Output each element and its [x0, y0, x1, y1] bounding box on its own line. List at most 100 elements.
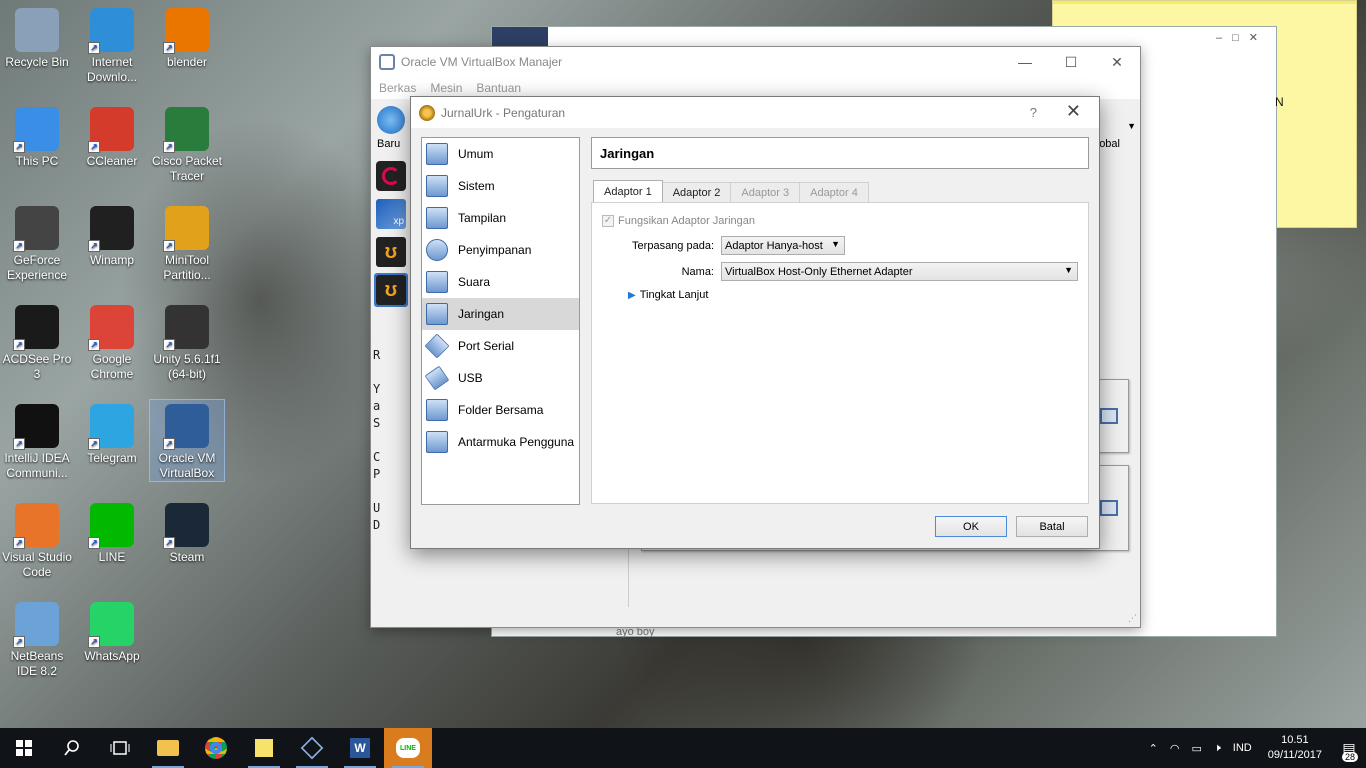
- taskbar-word[interactable]: W: [336, 728, 384, 768]
- adapter-name-select[interactable]: VirtualBox Host-Only Ethernet Adapter ▼: [721, 262, 1078, 281]
- taskbar-line[interactable]: LINE: [384, 728, 432, 768]
- chevron-up-icon[interactable]: ⌃: [1149, 742, 1158, 755]
- language-indicator[interactable]: IND: [1233, 742, 1252, 754]
- app-icon: ↗: [88, 8, 134, 54]
- tab-adaptor-4[interactable]: Adaptor 4: [799, 182, 869, 202]
- dialog-titlebar[interactable]: JurnalUrk - Pengaturan: [411, 97, 1099, 128]
- general-icon: [426, 143, 448, 165]
- category-label: Suara: [458, 275, 491, 289]
- tab-adaptor-2[interactable]: Adaptor 2: [661, 182, 732, 202]
- taskbar-file-explorer[interactable]: [144, 728, 192, 768]
- enable-adapter-checkbox[interactable]: ✓ Fungsikan Adaptor Jaringan: [602, 215, 755, 227]
- vm-item-jurnalurk[interactable]: ʊ: [374, 273, 408, 307]
- volume-muted-icon[interactable]: 🕨: [1214, 742, 1221, 755]
- desktop-icon[interactable]: ↗ WhatsApp: [75, 598, 149, 664]
- background-window-controls[interactable]: –□✕: [1216, 31, 1268, 44]
- desktop-icon[interactable]: ↗ Unity 5.6.1f1 (64-bit): [150, 301, 224, 382]
- desktop-icon[interactable]: ↗ Cisco Packet Tracer: [150, 103, 224, 184]
- system-tray: ⌃ ◠ ▭ 🕨 IND 10.51 09/11/2017 ▤ 28: [1143, 728, 1366, 768]
- task-view-button[interactable]: [96, 728, 144, 768]
- menu-berkas[interactable]: Berkas: [379, 81, 416, 95]
- desktop-icon[interactable]: ↗ Telegram: [75, 400, 149, 466]
- line-icon: LINE: [396, 738, 420, 758]
- help-button[interactable]: ?: [1030, 105, 1037, 120]
- vm-os-icon: ʊ: [376, 237, 406, 267]
- desktop-icon[interactable]: ↗ LINE: [75, 499, 149, 565]
- maximize-button[interactable]: ☐: [1048, 47, 1094, 77]
- desktop-icon[interactable]: ↗ NetBeans IDE 8.2: [0, 598, 74, 679]
- desktop-icon[interactable]: ↗ Steam: [150, 499, 224, 565]
- desktop-icon[interactable]: ↗ Winamp: [75, 202, 149, 268]
- close-button[interactable]: ✕: [1094, 47, 1140, 77]
- battery-icon[interactable]: ▭: [1191, 742, 1201, 755]
- tab-adaptor-1[interactable]: Adaptor 1: [593, 180, 663, 202]
- app-icon: ↗: [13, 107, 59, 153]
- desktop-icon[interactable]: ↗ CCleaner: [75, 103, 149, 169]
- shortcut-arrow-icon: ↗: [88, 537, 100, 549]
- vm-item-ubuntu[interactable]: ʊ: [374, 235, 408, 269]
- debian-icon: [376, 161, 406, 191]
- vm-item-debian[interactable]: [374, 159, 408, 193]
- category-jaringan[interactable]: Jaringan: [422, 298, 579, 330]
- strip-text: [373, 483, 393, 500]
- sticky-note-bar[interactable]: [1053, 1, 1356, 4]
- attached-to-select[interactable]: Adaptor Hanya-host ▼: [721, 236, 845, 255]
- category-umum[interactable]: Umum: [422, 138, 579, 170]
- new-vm-button[interactable]: [374, 103, 408, 137]
- settings-dialog[interactable]: JurnalUrk - Pengaturan ? ✕ Umum Sistem T…: [410, 96, 1100, 549]
- desktop-icon[interactable]: ↗ Oracle VM VirtualBox: [149, 399, 225, 482]
- shortcut-arrow-icon: ↗: [88, 636, 100, 648]
- network-icon: [426, 303, 448, 325]
- menu-mesin[interactable]: Mesin: [430, 81, 462, 95]
- desktop-icon[interactable]: ↗ Google Chrome: [75, 301, 149, 382]
- category-label: USB: [458, 371, 483, 385]
- tab-adaptor-3[interactable]: Adaptor 3: [730, 182, 801, 202]
- desktop-icon[interactable]: ↗ GeForce Experience: [0, 202, 74, 283]
- app-icon: ↗: [13, 206, 59, 252]
- search-button[interactable]: [48, 728, 96, 768]
- desktop-icon[interactable]: ↗ ACDSee Pro 3: [0, 301, 74, 382]
- app-icon: ↗: [163, 107, 209, 153]
- desktop-icon[interactable]: ↗ Internet Downlo...: [75, 4, 149, 85]
- desktop-icon-label: Steam: [169, 550, 205, 564]
- expand-triangle-icon: ▶: [628, 289, 636, 301]
- category-tampilan[interactable]: Tampilan: [422, 202, 579, 234]
- adapter-panel: ✓ Fungsikan Adaptor Jaringan Terpasang p…: [591, 202, 1089, 504]
- desktop-icon[interactable]: ↗ This PC: [0, 103, 74, 169]
- clock[interactable]: 10.51 09/11/2017: [1268, 733, 1322, 763]
- category-sistem[interactable]: Sistem: [422, 170, 579, 202]
- category-antarmuka-pengguna[interactable]: Antarmuka Pengguna: [422, 426, 579, 458]
- category-port-serial[interactable]: Port Serial: [422, 330, 579, 362]
- desktop-icon[interactable]: Recycle Bin: [0, 4, 74, 70]
- vm-item-windows-xp[interactable]: xp: [374, 197, 408, 231]
- desktop-icon[interactable]: ↗ MiniTool Partitio...: [150, 202, 224, 283]
- desktop-icon-label: This PC: [15, 154, 59, 168]
- minimize-button[interactable]: —: [1002, 47, 1048, 77]
- strip-text: U: [373, 501, 381, 515]
- category-label: Port Serial: [458, 339, 515, 353]
- chevron-down-icon[interactable]: ▼: [1127, 121, 1136, 131]
- resize-grip-icon[interactable]: ⋰: [1128, 613, 1137, 624]
- wifi-icon[interactable]: ◠: [1170, 742, 1180, 755]
- taskbar-sticky-notes[interactable]: [240, 728, 288, 768]
- category-folder-bersama[interactable]: Folder Bersama: [422, 394, 579, 426]
- category-label: Antarmuka Pengguna: [458, 435, 575, 449]
- adapter-name-value: VirtualBox Host-Only Ethernet Adapter: [725, 265, 913, 278]
- desktop-icon[interactable]: ↗ blender: [150, 4, 224, 70]
- ok-button[interactable]: OK: [935, 516, 1007, 537]
- category-list: Umum Sistem Tampilan Penyimpanan Suara J…: [421, 137, 580, 505]
- desktop-icon[interactable]: ↗ Visual Studio Code: [0, 499, 74, 580]
- category-suara[interactable]: Suara: [422, 266, 579, 298]
- category-usb[interactable]: USB: [422, 362, 579, 394]
- advanced-toggle[interactable]: ▶ Tingkat Lanjut: [628, 289, 708, 301]
- action-center-button[interactable]: ▤ 28: [1332, 728, 1366, 768]
- start-button[interactable]: [0, 728, 48, 768]
- category-penyimpanan[interactable]: Penyimpanan: [422, 234, 579, 266]
- menu-bantuan[interactable]: Bantuan: [476, 81, 521, 95]
- cancel-button[interactable]: Batal: [1016, 516, 1088, 537]
- dialog-close-button[interactable]: ✕: [1066, 101, 1081, 122]
- desktop-icon[interactable]: ↗ IntelliJ IDEA Communi...: [0, 400, 74, 481]
- taskbar-chrome[interactable]: [192, 728, 240, 768]
- taskbar-virtualbox[interactable]: [288, 728, 336, 768]
- checkmark-icon: ✓: [602, 215, 614, 227]
